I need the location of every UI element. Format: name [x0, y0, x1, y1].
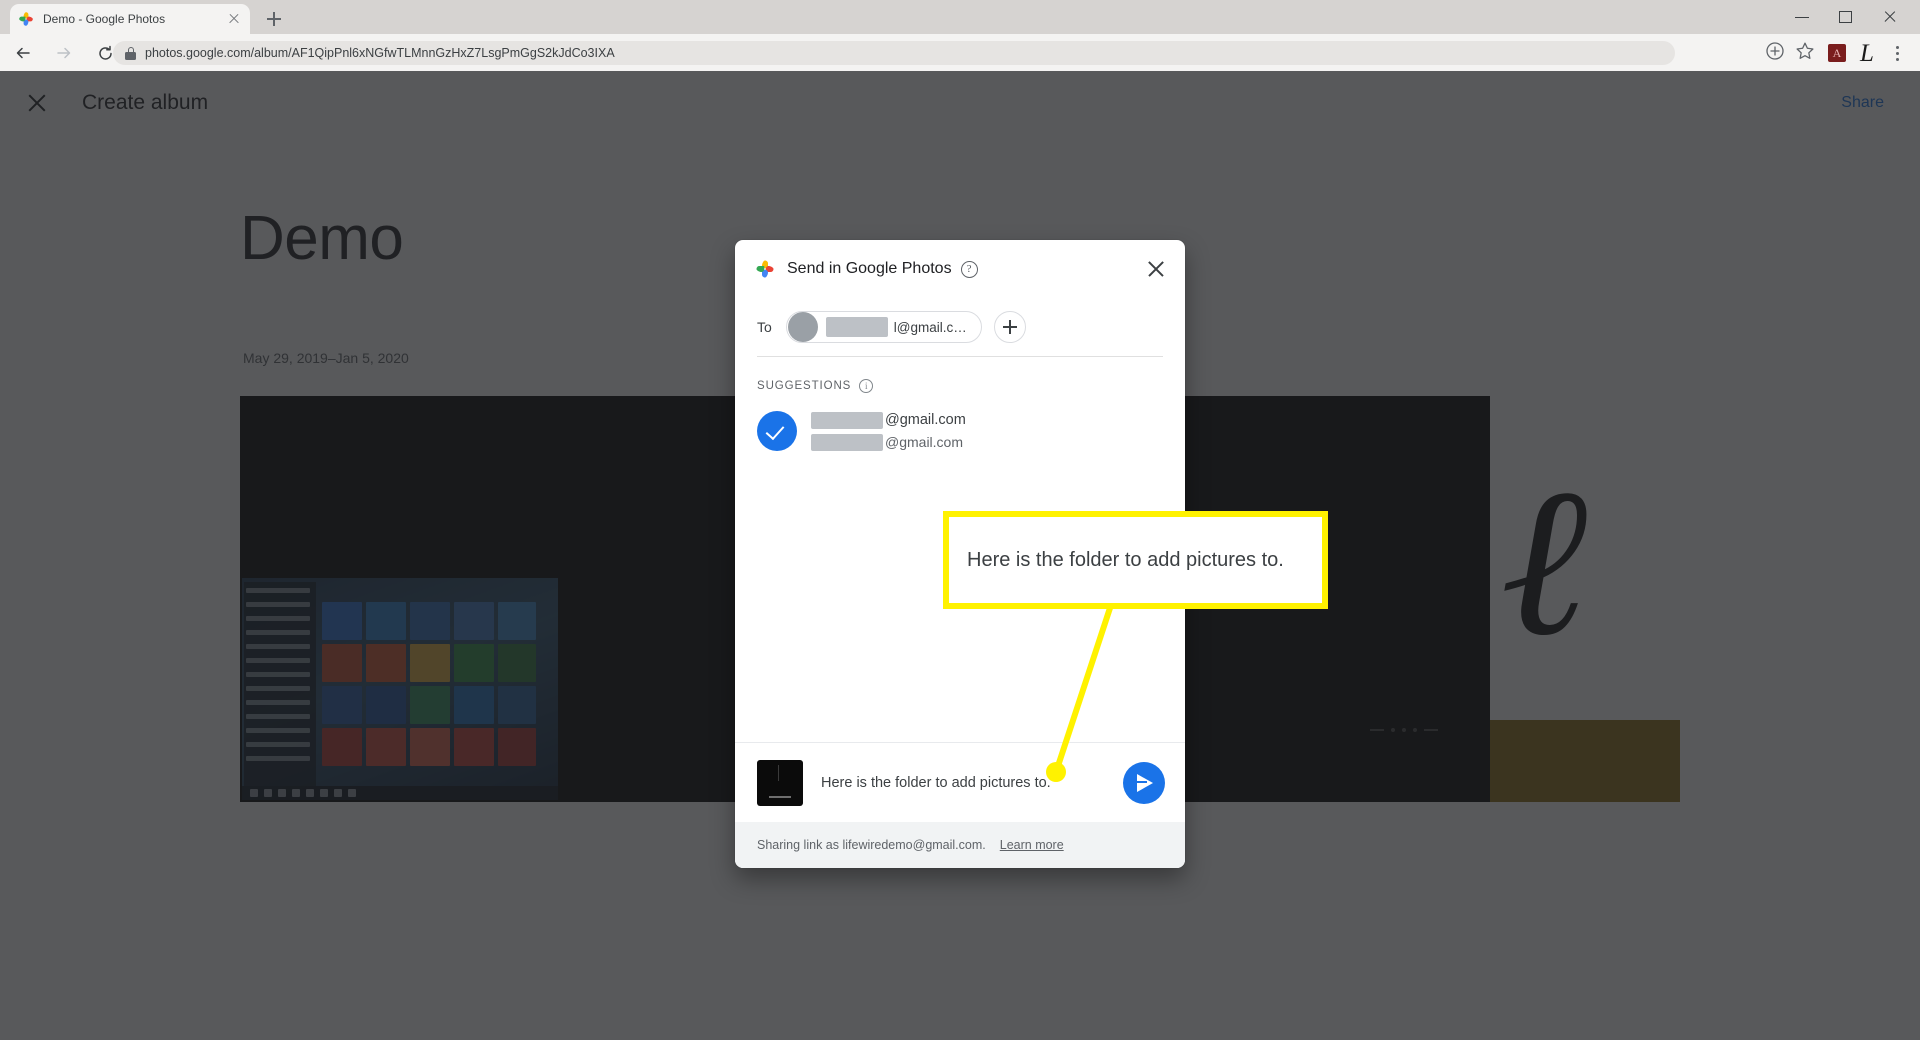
recipient-chip[interactable]: l@gmail.c… [785, 311, 982, 343]
help-circle-icon[interactable]: ? [960, 260, 978, 278]
dialog-footer: Sharing link as lifewiredemo@gmail.com. … [735, 822, 1185, 868]
bookmark-star-icon[interactable] [1794, 40, 1820, 66]
app-root: Demo - Google Photos photos.google.com/a… [0, 0, 1920, 1040]
to-label: To [757, 319, 772, 335]
profile-avatar[interactable]: L [1854, 40, 1880, 66]
maximize-button[interactable] [1824, 0, 1868, 34]
lock-icon [125, 46, 136, 60]
message-compose-row: Here is the folder to add pictures to. [735, 742, 1185, 822]
dialog-title: Send in Google Photos [787, 260, 952, 277]
back-arrow-icon[interactable] [5, 35, 41, 71]
address-bar-url: photos.google.com/album/AF1QipPnl6xNGfwT… [145, 46, 615, 60]
close-icon[interactable] [1143, 256, 1169, 282]
contact-avatar-redacted [787, 312, 818, 342]
sharing-link-text: Sharing link as lifewiredemo@gmail.com. [757, 838, 986, 852]
message-input[interactable]: Here is the folder to add pictures to. [821, 775, 1123, 791]
callout-highlight-dot [1046, 762, 1066, 782]
share-circle-icon[interactable] [1764, 40, 1790, 66]
minimize-button[interactable] [1780, 0, 1824, 34]
browser-tab-title: Demo - Google Photos [43, 12, 166, 26]
adobe-acrobat-extension-icon[interactable] [1824, 40, 1850, 66]
address-bar[interactable]: photos.google.com/album/AF1QipPnl6xNGfwT… [113, 41, 1675, 65]
dialog-header: Send in Google Photos ? [735, 240, 1185, 298]
add-recipient-button[interactable] [993, 311, 1026, 343]
learn-more-link[interactable]: Learn more [1000, 838, 1064, 852]
send-paper-plane-icon[interactable] [1123, 761, 1165, 804]
redacted-name-block [825, 317, 888, 337]
recipient-row: To l@gmail.c… [735, 298, 1185, 356]
redacted-name-block [811, 433, 883, 451]
google-photos-pinwheel-icon [755, 259, 775, 279]
suggestions-label: SUGGESTIONS [757, 380, 852, 392]
new-tab-button[interactable] [262, 7, 286, 31]
callout-annotation: Here is the folder to add pictures to. [943, 511, 1328, 609]
close-window-button[interactable] [1868, 0, 1912, 34]
browser-tab[interactable]: Demo - Google Photos [10, 4, 250, 34]
browser-toolbar-actions: L [1764, 36, 1910, 70]
forward-arrow-icon[interactable] [46, 35, 82, 71]
window-controls [1780, 0, 1912, 34]
close-icon[interactable] [226, 11, 242, 27]
suggestion-primary-text: @gmail.com [885, 412, 966, 428]
browser-tabstrip: Demo - Google Photos [0, 0, 1920, 34]
google-photos-favicon [18, 11, 34, 27]
recipient-chip-text: l@gmail.c… [893, 319, 967, 335]
redacted-name-block [811, 411, 883, 429]
info-circle-icon[interactable]: i [859, 379, 874, 393]
chrome-menu-icon[interactable] [1884, 40, 1910, 66]
suggestion-labels: @gmail.com @gmail.com [811, 409, 966, 453]
suggestion-secondary-text: @gmail.com [885, 434, 964, 450]
list-item[interactable]: @gmail.com @gmail.com [735, 403, 1185, 459]
callout-annotation-text: Here is the folder to add pictures to. [967, 548, 1284, 571]
suggestions-header: SUGGESTIONS i [735, 357, 1185, 403]
album-thumbnail [757, 759, 803, 806]
check-circle-selected-icon[interactable] [757, 411, 797, 451]
